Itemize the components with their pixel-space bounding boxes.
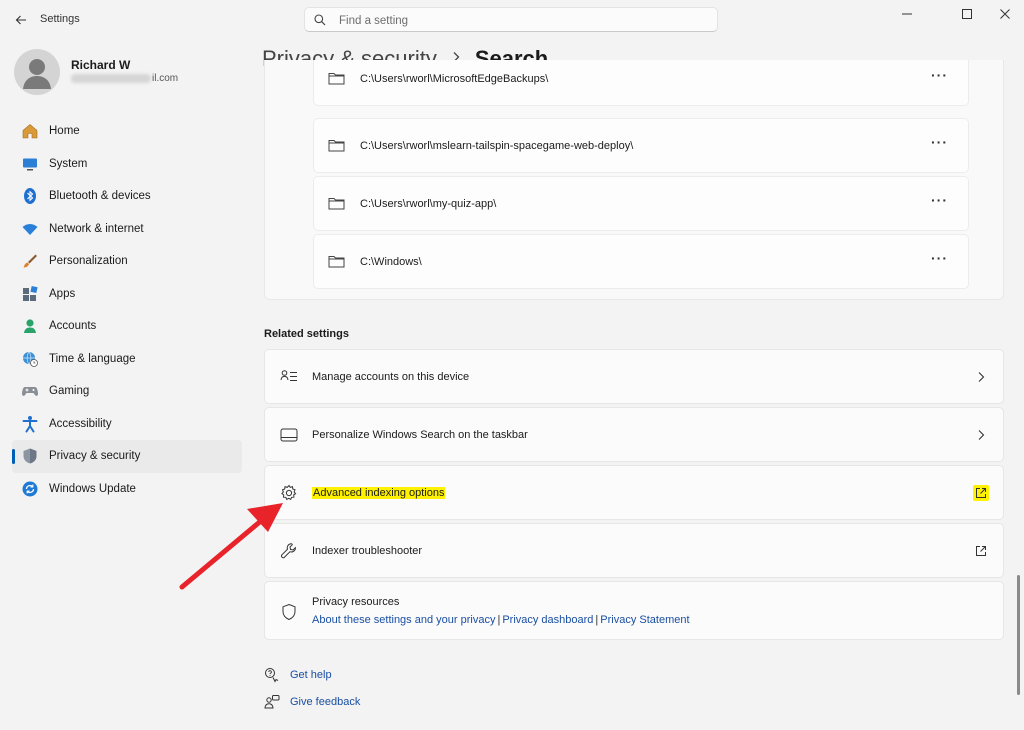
privacy-dashboard-link[interactable]: Privacy dashboard [502, 614, 593, 626]
folder-icon [328, 73, 345, 85]
person-avatar-icon [23, 59, 51, 89]
title-bar: Settings [0, 0, 1024, 40]
indexer-troubleshooter-label: Indexer troubleshooter [312, 545, 423, 557]
sidebar-item-accounts[interactable]: Accounts [12, 310, 242, 343]
close-icon [1000, 9, 1010, 19]
help-chat-icon [265, 668, 279, 683]
shield-icon [20, 446, 40, 466]
more-options-button[interactable]: ··· [931, 250, 948, 266]
privacy-statement-link[interactable]: Privacy Statement [600, 614, 689, 626]
sidebar-item-windows-update[interactable]: Windows Update [12, 473, 242, 506]
app-title: Settings [40, 13, 80, 25]
sidebar-item-personalization[interactable]: Personalization [12, 245, 242, 278]
folder-row: C:\Users\rworl\my-quiz-app\ ··· [313, 176, 969, 231]
chevron-right-icon [973, 369, 989, 385]
search-box[interactable] [304, 7, 718, 32]
brush-icon [20, 251, 40, 271]
indexer-troubleshooter-card[interactable]: Indexer troubleshooter [264, 523, 1004, 578]
minimize-button[interactable] [884, 0, 930, 28]
link-separator: | [595, 614, 599, 626]
wrench-icon [279, 541, 299, 561]
external-link-icon [973, 543, 989, 559]
give-feedback-link[interactable]: Give feedback [264, 694, 360, 710]
sidebar-item-apps[interactable]: Apps [12, 278, 242, 311]
personalize-search-taskbar-card[interactable]: Personalize Windows Search on the taskba… [264, 407, 1004, 462]
chevron-right-icon [973, 427, 989, 443]
folder-path: C:\Users\rworl\my-quiz-app\ [360, 198, 497, 210]
more-options-button[interactable]: ··· [931, 134, 948, 150]
minimize-icon [902, 13, 912, 15]
sidebar-item-privacy-security[interactable]: Privacy & security [12, 440, 242, 473]
folder-row: C:\Windows\ ··· [313, 234, 969, 289]
personalize-search-label: Personalize Windows Search on the taskba… [312, 429, 528, 441]
maximize-icon [962, 9, 972, 19]
email-redacted [71, 74, 151, 83]
back-button[interactable] [10, 9, 32, 31]
gear-icon [279, 483, 299, 503]
advanced-indexing-options-label: Advanced indexing options [312, 487, 446, 499]
search-icon [314, 14, 326, 26]
privacy-resources-title: Privacy resources [312, 596, 400, 608]
sidebar-item-gaming[interactable]: Gaming [12, 375, 242, 408]
folder-icon [328, 256, 345, 268]
more-options-button[interactable]: ··· [931, 67, 948, 83]
folder-row: C:\Users\rworl\MicrosoftEdgeBackups\ ··· [313, 60, 969, 106]
folder-icon [328, 140, 345, 152]
sidebar-item-bluetooth[interactable]: Bluetooth & devices [12, 180, 242, 213]
sidebar-item-system[interactable]: System [12, 148, 242, 181]
close-button[interactable] [982, 0, 1024, 28]
apps-icon [20, 284, 40, 304]
excluded-folders-panel: C:\Users\rworl\MicrosoftEdgeBackups\ ···… [264, 60, 1004, 300]
get-help-link[interactable]: Get help [264, 667, 332, 683]
user-name: Richard W [71, 58, 131, 72]
link-separator: | [497, 614, 501, 626]
sidebar-item-network[interactable]: Network & internet [12, 213, 242, 246]
manage-accounts-card[interactable]: Manage accounts on this device [264, 349, 1004, 404]
sidebar-item-accessibility[interactable]: Accessibility [12, 408, 242, 441]
folder-path: C:\Users\rworl\mslearn-tailspin-spacegam… [360, 140, 634, 152]
accessibility-icon [20, 414, 40, 434]
wifi-icon [20, 219, 40, 239]
about-privacy-link[interactable]: About these settings and your privacy [312, 614, 495, 626]
privacy-resources-card: Privacy resources About these settings a… [264, 581, 1004, 640]
feedback-person-icon [264, 695, 280, 709]
manage-accounts-label: Manage accounts on this device [312, 371, 470, 383]
related-settings-heading: Related settings [264, 328, 349, 340]
search-input[interactable] [337, 11, 711, 30]
sidebar-nav: Home System Bluetooth & devices Network … [12, 115, 242, 505]
back-arrow-icon [15, 15, 26, 25]
avatar[interactable] [14, 49, 60, 95]
external-link-icon [973, 485, 989, 501]
update-icon [20, 479, 40, 499]
globe-clock-icon [20, 349, 40, 369]
privacy-links: About these settings and your privacy | Pr… [312, 614, 690, 626]
advanced-indexing-options-card[interactable]: Advanced indexing options [264, 465, 1004, 520]
folder-path: C:\Users\rworl\MicrosoftEdgeBackups\ [360, 73, 549, 85]
gamepad-icon [20, 381, 40, 401]
manage-accounts-icon [279, 367, 299, 387]
vertical-scrollbar[interactable] [1017, 575, 1020, 695]
monitor-icon [20, 154, 40, 174]
folder-path: C:\Windows\ [360, 256, 422, 268]
bluetooth-icon [20, 186, 40, 206]
folder-row: C:\Users\rworl\mslearn-tailspin-spacegam… [313, 118, 969, 173]
sidebar-item-home[interactable]: Home [12, 115, 242, 148]
more-options-button[interactable]: ··· [931, 192, 948, 208]
taskbar-icon [279, 425, 299, 445]
folder-icon [328, 198, 345, 210]
shield-outline-icon [279, 602, 299, 622]
home-icon [20, 121, 40, 141]
user-email: il.com [152, 73, 179, 84]
person-icon [20, 316, 40, 336]
sidebar-item-time-language[interactable]: Time & language [12, 343, 242, 376]
